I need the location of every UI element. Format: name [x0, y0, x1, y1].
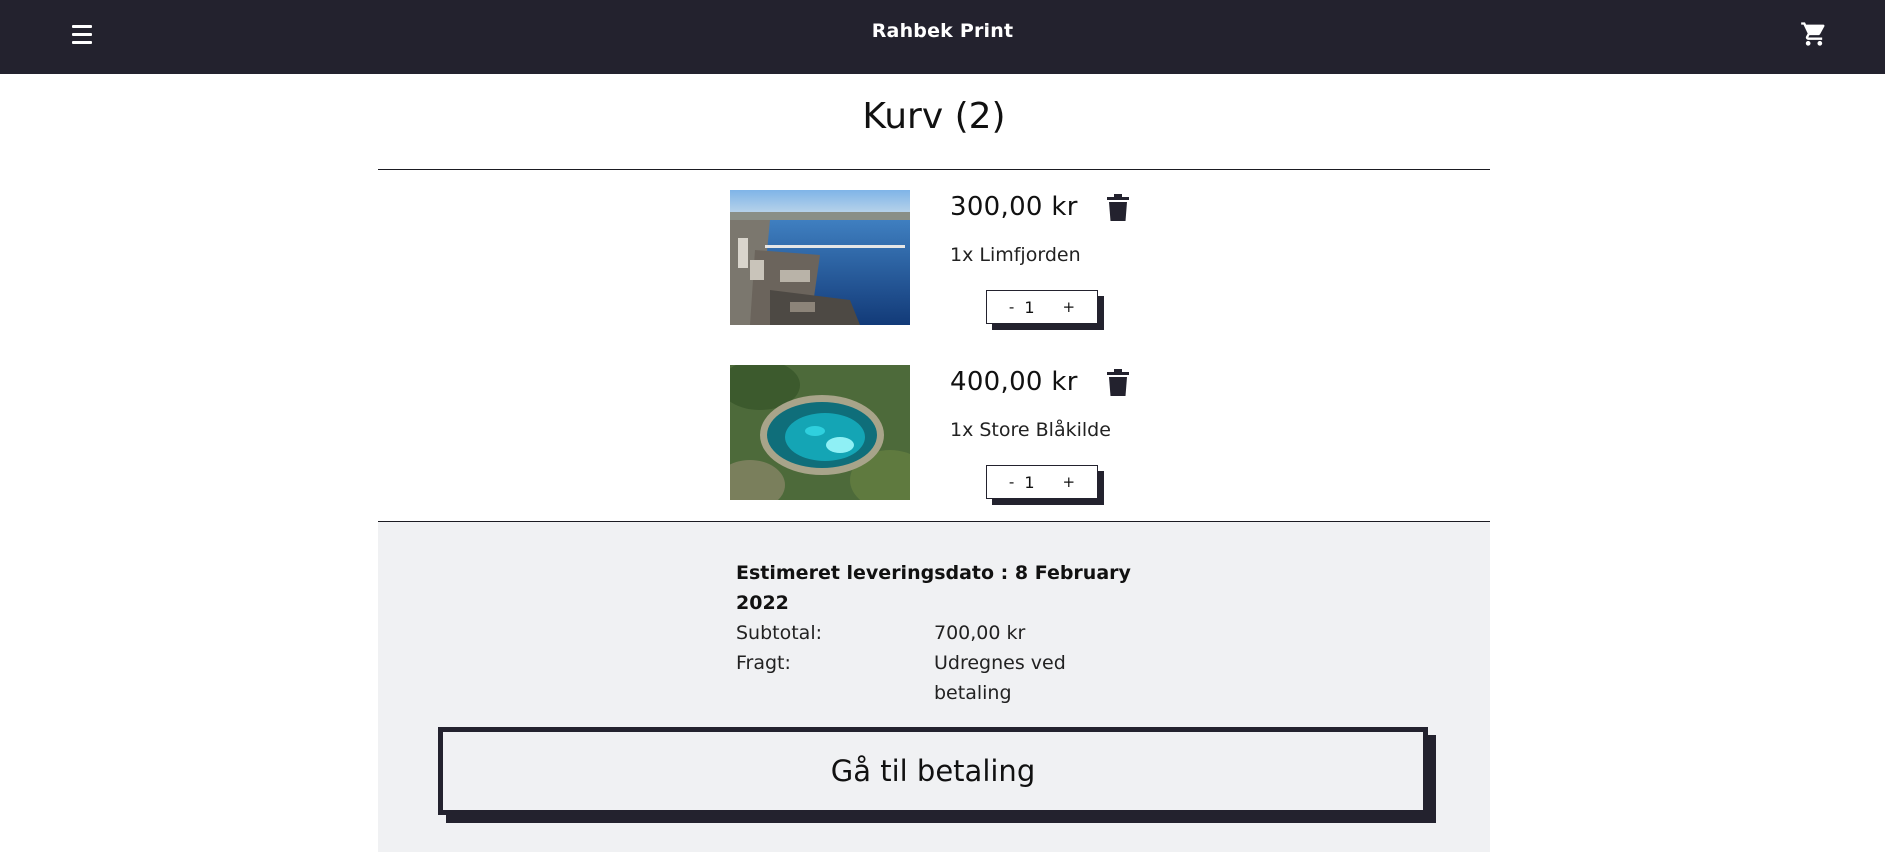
shopping-cart-icon[interactable] [1800, 20, 1828, 48]
quantity-value: 1 [1024, 297, 1035, 317]
top-navigation-bar: Rahbek Print [0, 0, 1885, 74]
quantity-stepper: - 1 + [986, 465, 1104, 505]
page-title: Kurv (2) [862, 96, 1006, 137]
item-description: 1x Store Blåkilde [950, 419, 1111, 441]
quantity-stepper-box: - 1 + [986, 290, 1098, 324]
product-image-store-blakilde[interactable] [730, 365, 910, 500]
quantity-increase-button[interactable]: + [1059, 473, 1080, 491]
shipping-value: Udregnes ved betaling [934, 652, 1066, 704]
quantity-increase-button[interactable]: + [1059, 298, 1080, 316]
estimated-delivery-date: Estimeret leveringsdato : 8 February 202… [736, 562, 1131, 614]
subtotal-row: Subtotal: 700,00 kr [736, 618, 1136, 648]
quantity-decrease-button[interactable]: - [1005, 473, 1018, 491]
cart-item: 400,00 kr 1x Store Blåkilde - 1 + [730, 365, 1150, 505]
top-divider [378, 169, 1490, 170]
item-description: 1x Limfjorden [950, 244, 1081, 266]
shipping-label: Fragt: [736, 652, 791, 674]
checkout-button-wrapper: Gå til betaling [438, 727, 1436, 823]
item-price: 300,00 kr [950, 192, 1078, 222]
product-image-limfjorden[interactable] [730, 190, 910, 325]
quantity-stepper-box: - 1 + [986, 465, 1098, 499]
trash-icon[interactable] [1106, 194, 1130, 222]
quantity-decrease-button[interactable]: - [1005, 298, 1018, 316]
cart-item: 300,00 kr 1x Limfjorden - 1 + [730, 190, 1150, 330]
shipping-row: Fragt: Udregnes ved betaling [736, 648, 1136, 708]
trash-icon[interactable] [1106, 369, 1130, 397]
quantity-value: 1 [1024, 472, 1035, 492]
item-price: 400,00 kr [950, 367, 1078, 397]
order-summary: Estimeret leveringsdato : 8 February 202… [378, 522, 1490, 852]
quantity-stepper: - 1 + [986, 290, 1104, 330]
subtotal-label: Subtotal: [736, 622, 823, 644]
subtotal-value: 700,00 kr [934, 622, 1026, 644]
brand-title[interactable]: Rahbek Print [0, 20, 1885, 42]
checkout-button[interactable]: Gå til betaling [438, 727, 1428, 815]
